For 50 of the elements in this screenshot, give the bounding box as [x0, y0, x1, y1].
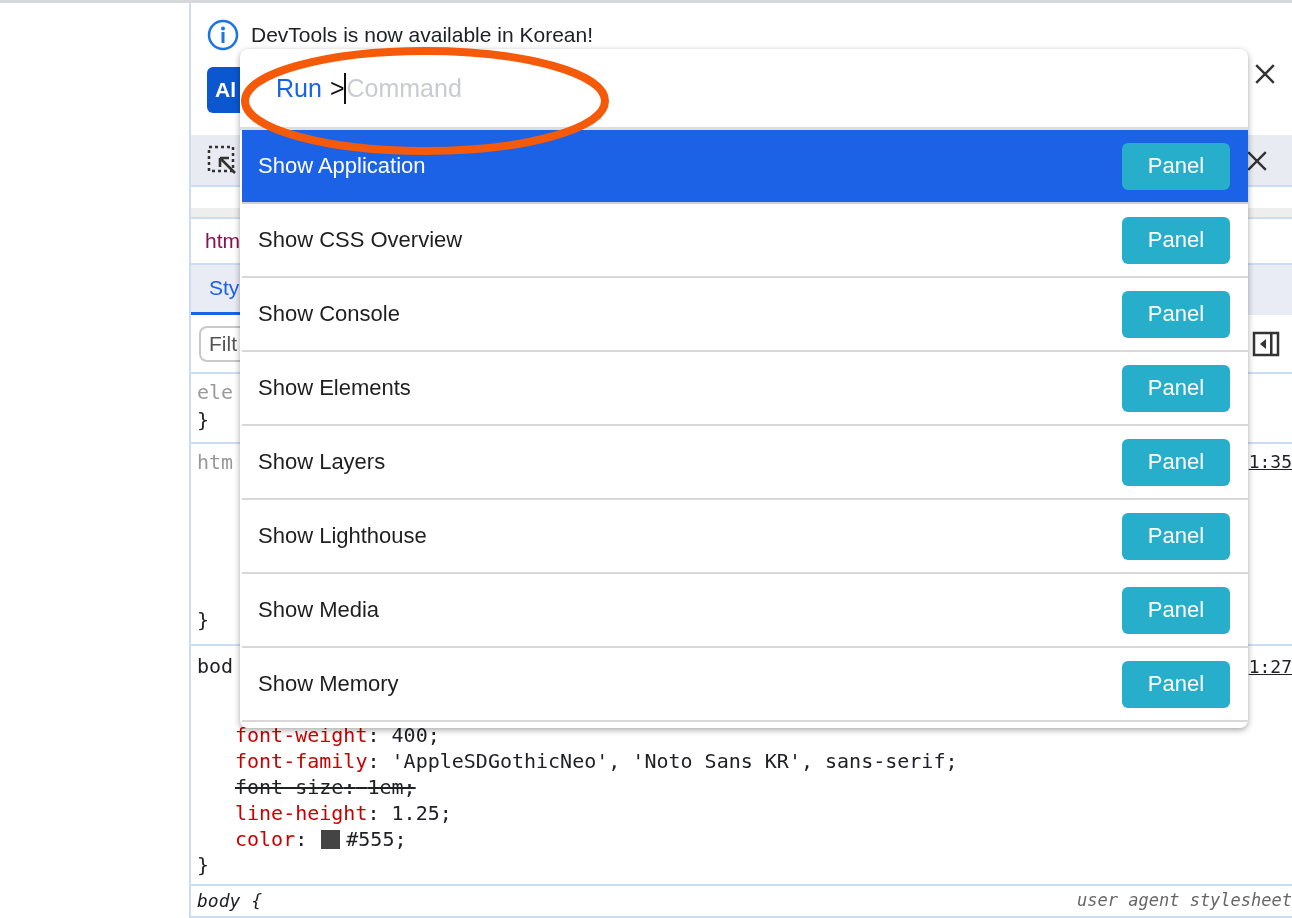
prompt-symbol: >	[329, 73, 345, 103]
command-item[interactable]: Show Console Panel	[242, 278, 1248, 352]
command-label: Show Layers	[258, 449, 386, 475]
color-swatch[interactable]	[321, 829, 341, 849]
command-label: Show Media	[258, 597, 380, 623]
css-selector: ele	[197, 380, 234, 405]
panel-tag: Panel	[1122, 290, 1230, 338]
close-icon[interactable]	[1254, 63, 1276, 85]
panel-tag: Panel	[1122, 586, 1230, 634]
command-label: Show Elements	[258, 375, 411, 401]
command-item[interactable]: Show Media Panel	[242, 574, 1248, 648]
command-label: Show CSS Overview	[258, 227, 463, 253]
panel-tag: Panel	[1122, 512, 1230, 560]
inspect-icon[interactable]	[207, 145, 237, 176]
command-label: Show Lighthouse	[258, 523, 427, 549]
panel-tag: Panel	[1122, 142, 1230, 190]
css-declaration: font-size: 1em;	[235, 775, 416, 799]
command-label: Show Console	[258, 301, 400, 327]
breadcrumb-item[interactable]: htm	[205, 228, 240, 253]
panel-tag: Panel	[1122, 438, 1230, 486]
css-selector: body {	[197, 890, 263, 911]
command-item[interactable]: Show Layers Panel	[242, 426, 1248, 500]
info-icon	[207, 19, 239, 51]
close-icon[interactable]	[1246, 150, 1268, 173]
command-item[interactable]: Show CSS Overview Panel	[242, 204, 1248, 278]
command-item[interactable]: Show Application Panel	[242, 130, 1248, 204]
css-declaration: line-height: 1.25;	[235, 801, 452, 825]
css-selector: bod	[197, 654, 234, 678]
command-item[interactable]: Show Lighthouse Panel	[242, 500, 1248, 574]
closing-brace: }	[197, 408, 210, 433]
css-value: #555;	[346, 827, 407, 851]
notice-message: DevTools is now available in Korean!	[251, 23, 594, 47]
source-link[interactable]: 1:27	[1248, 655, 1292, 677]
css-selector: htm	[197, 450, 234, 474]
panel-tag: Panel	[1122, 660, 1230, 708]
stylesheet-origin: user agent stylesheet	[1077, 890, 1292, 910]
sidebar-toggle-icon[interactable]	[1252, 329, 1280, 358]
command-item[interactable]: Show Elements Panel	[242, 352, 1248, 426]
panel-tag: Panel	[1122, 364, 1230, 412]
closing-brace: }	[197, 853, 210, 877]
panel-tag: Panel	[1122, 216, 1230, 264]
command-item[interactable]: Show Memory Panel	[242, 648, 1248, 722]
source-link[interactable]: 1:35	[1248, 451, 1292, 473]
css-declaration: font-family: 'AppleSDGothicNeo', 'Noto Sans KR', sans-serif;	[235, 749, 958, 773]
css-property: color:	[235, 827, 308, 851]
closing-brace: }	[197, 608, 210, 632]
css-declaration: font-weight: 400;	[235, 723, 440, 747]
command-label: Show Memory	[258, 671, 399, 697]
command-label: Show Application	[258, 153, 426, 179]
command-prefix: Run	[276, 73, 322, 103]
